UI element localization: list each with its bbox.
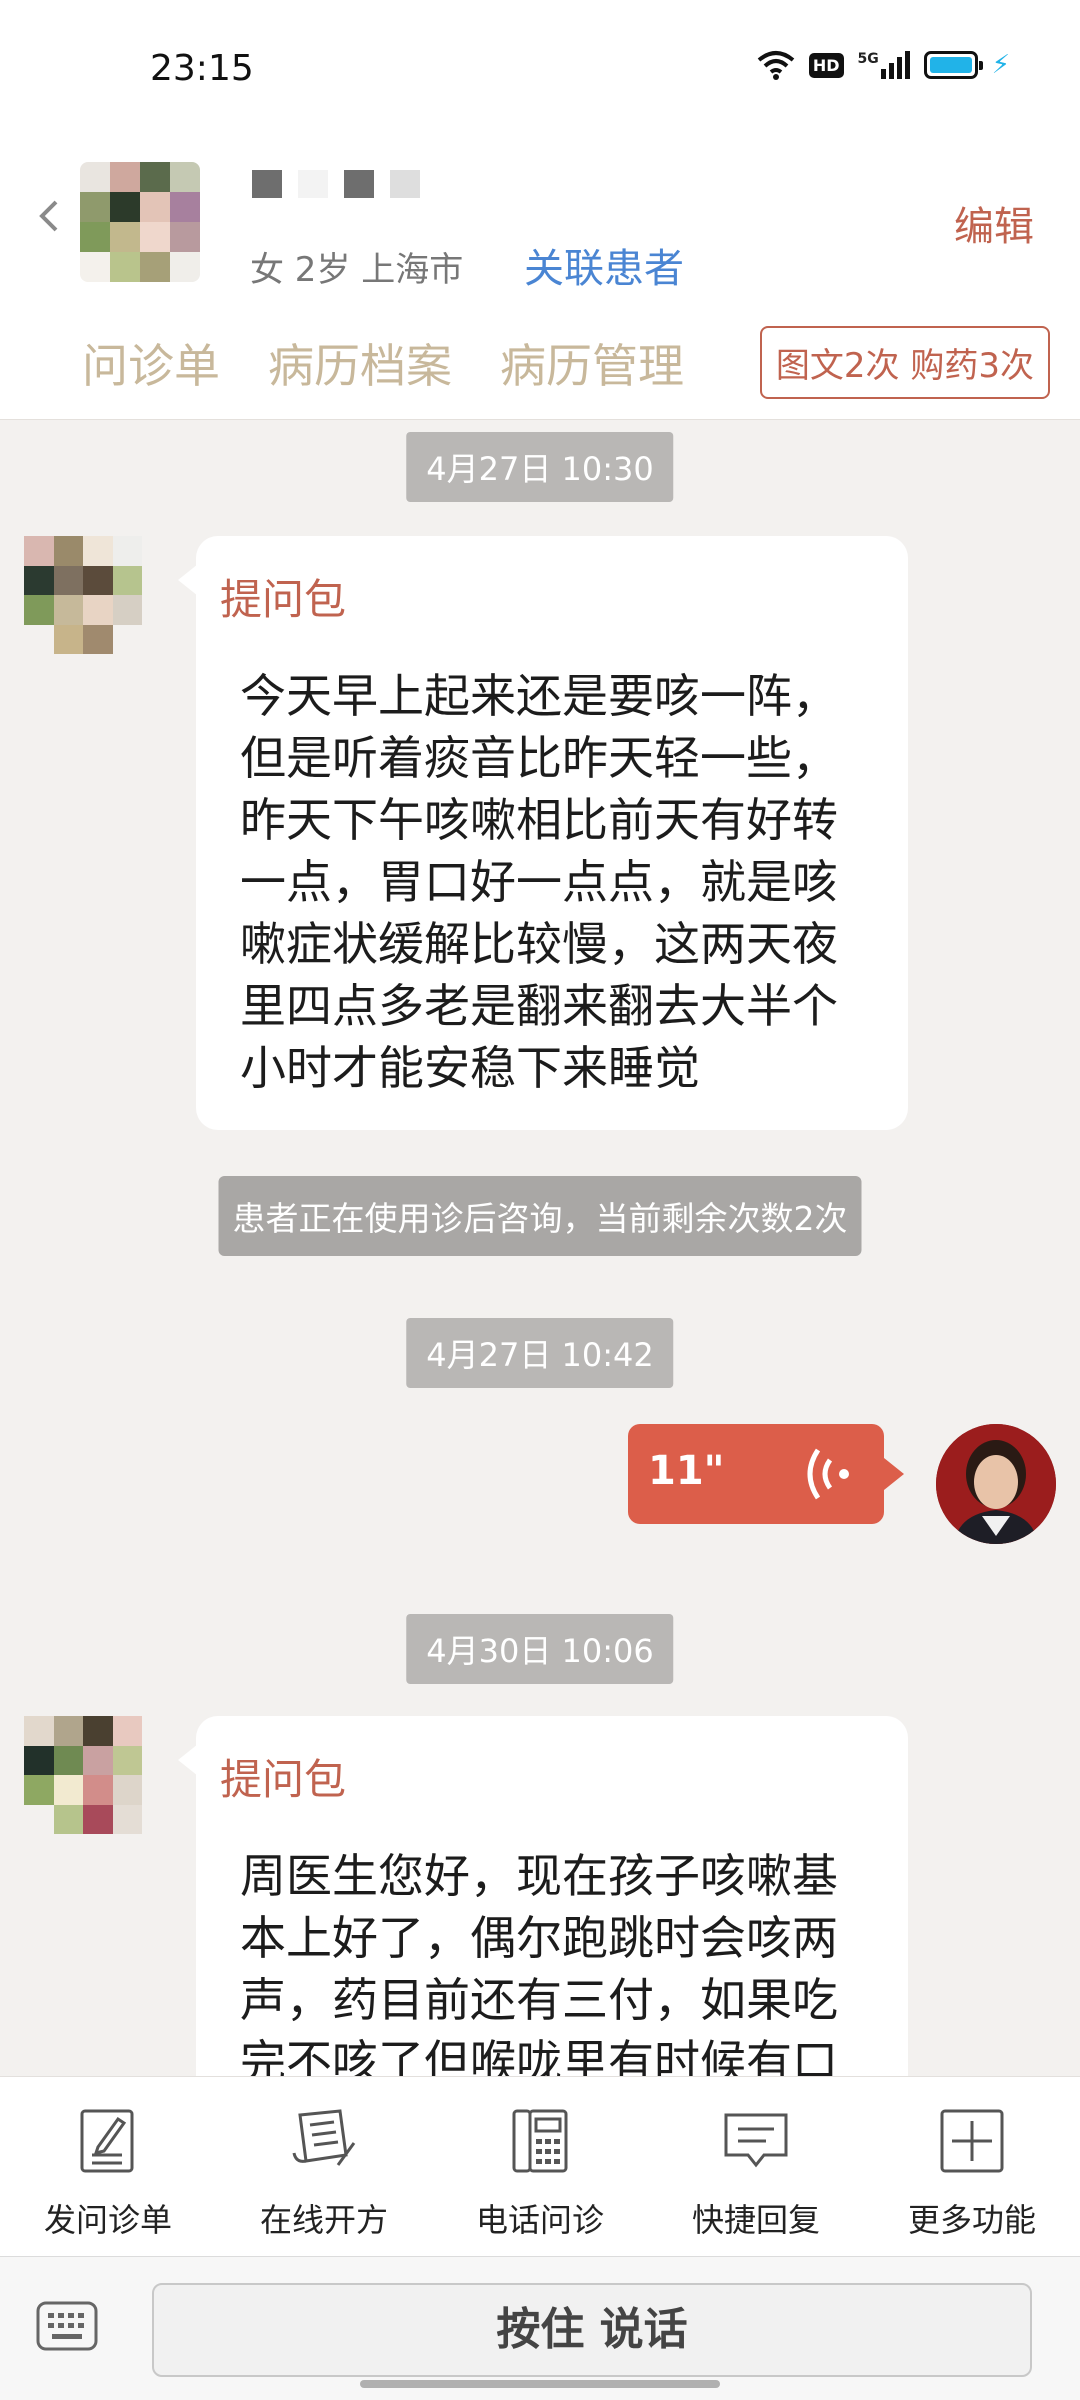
quota-badge[interactable]: 图文2次 购药3次	[759, 326, 1050, 399]
status-bar: 23:15 HD 5G ⚡	[0, 0, 1080, 130]
doctor-photo	[936, 1424, 1056, 1544]
message-bubble[interactable]: 提问包 周医生您好，现在孩子咳嗽基 本上好了，偶尔跑跳时会咳两 声，药目前还有三…	[178, 1716, 908, 2136]
doctor-avatar[interactable]	[936, 1424, 1056, 1544]
related-patient-link[interactable]: 关联患者	[524, 236, 684, 294]
func-label: 发问诊单	[43, 2201, 172, 2239]
quick-reply-button[interactable]: 快捷回复	[648, 2077, 864, 2256]
message-timestamp: 4月27日 10:30	[406, 432, 674, 502]
message-title: 提问包	[220, 575, 347, 624]
func-label: 在线开方	[259, 2201, 388, 2239]
more-functions-button[interactable]: 更多功能	[864, 2077, 1080, 2256]
charging-icon: ⚡	[991, 50, 1010, 80]
func-label: 更多功能	[907, 2201, 1036, 2239]
network-type-label: 5G	[857, 51, 879, 67]
back-icon[interactable]	[34, 196, 64, 236]
input-bar: 按住 说话	[0, 2256, 1080, 2400]
tab-consultation-form[interactable]: 问诊单	[82, 330, 220, 396]
plus-icon	[940, 2109, 1004, 2173]
signal-icon	[880, 51, 910, 79]
consultation-notice: 患者正在使用诊后咨询，当前剩余次数2次	[218, 1176, 862, 1256]
voice-duration: 11"	[648, 1448, 725, 1494]
phone-icon	[512, 2109, 568, 2173]
voice-message[interactable]: 11"	[628, 1424, 904, 1524]
voice-wave-icon	[807, 1448, 849, 1500]
online-prescription-button[interactable]: 在线开方	[216, 2077, 432, 2256]
func-label: 电话问诊	[475, 2201, 604, 2239]
message-timestamp: 4月27日 10:42	[406, 1318, 674, 1388]
wifi-icon	[757, 51, 795, 80]
patient-chat-avatar[interactable]	[24, 536, 142, 654]
quick-reply-icon	[724, 2113, 788, 2168]
edit-button[interactable]: 编辑	[954, 194, 1034, 252]
tab-medical-records[interactable]: 病历档案	[268, 330, 452, 396]
patient-info: 女 2岁 上海市	[250, 250, 464, 290]
patient-name-masked	[252, 170, 420, 198]
battery-icon	[923, 51, 983, 79]
send-form-button[interactable]: 发问诊单	[0, 2077, 216, 2256]
status-time: 23:15	[150, 48, 254, 89]
message-text: 周医生您好，现在孩子咳嗽基 本上好了，偶尔跑跳时会咳两 声，药目前还有三付，如果…	[240, 1849, 838, 2089]
message-title: 提问包	[220, 1755, 347, 1804]
home-indicator[interactable]	[360, 2380, 720, 2388]
hold-to-talk-button[interactable]: 按住 说话	[152, 2283, 1032, 2377]
patient-header: 女 2岁 上海市 关联患者 编辑 问诊单 病历档案 病历管理 图文2次 购药3次	[0, 130, 1080, 420]
keyboard-icon[interactable]	[36, 2301, 98, 2351]
tab-record-management[interactable]: 病历管理	[500, 330, 684, 396]
status-icons: HD 5G ⚡	[757, 50, 1010, 80]
message-text: 今天早上起来还是要咳一阵， 但是听着痰音比昨天轻一些， 昨天下午咳嗽相比前天有好…	[240, 669, 838, 1095]
phone-consultation-button[interactable]: 电话问诊	[432, 2077, 648, 2256]
message-bubble[interactable]: 提问包 今天早上起来还是要咳一阵， 但是听着痰音比昨天轻一些， 昨天下午咳嗽相比…	[178, 536, 908, 1130]
patient-avatar[interactable]	[80, 162, 200, 282]
hd-icon: HD	[808, 52, 844, 78]
patient-chat-avatar[interactable]	[24, 1716, 142, 1834]
prescription-icon	[292, 2109, 356, 2166]
func-label: 快捷回复	[691, 2201, 820, 2239]
message-timestamp: 4月30日 10:06	[406, 1614, 674, 1684]
header-tabs: 问诊单 病历档案 病历管理	[82, 330, 684, 396]
form-edit-icon	[80, 2109, 134, 2173]
function-toolbar: 发问诊单 在线开方 电话问诊 快捷回复 更多功能	[0, 2076, 1080, 2256]
